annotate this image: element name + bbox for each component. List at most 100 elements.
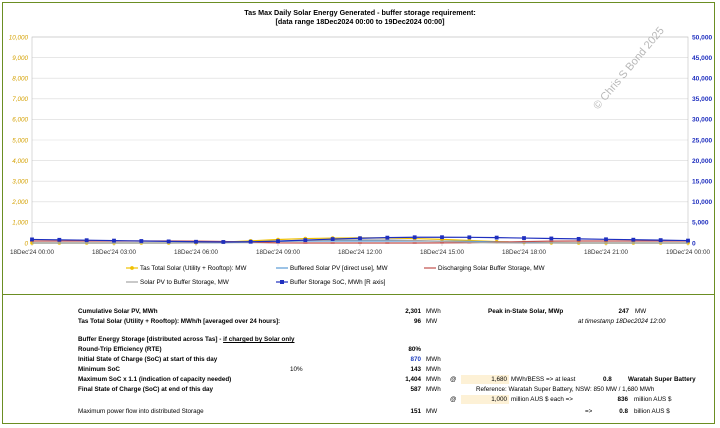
series-lines (30, 235, 690, 245)
point-4-1 (57, 237, 62, 242)
point-4-10 (303, 238, 308, 243)
point-4-20 (576, 236, 581, 241)
x-tick-0: 18Dec'24 00:00 (10, 249, 54, 256)
y-left-tick-2: 2,000 (11, 199, 28, 206)
cost-total: 836 (617, 396, 628, 403)
y-left-tick-6: 6,000 (12, 117, 28, 124)
avg-solar-label: Tas Total Solar (Utility + Rooftop): MWh… (78, 318, 281, 325)
initial-soc-value: 870 (410, 356, 421, 363)
y-right-tick-labels: 0 5,000 10,000 15,000 20,000 25,000 30,000 35,0… (692, 34, 713, 247)
x-tick-labels: 18Dec'24 00:00 18Dec'24 03:00 18Dec'24 06:… (10, 243, 710, 256)
x-tick-5: 18Dec'24 15:00 (420, 249, 464, 256)
rte-label: Round-Trip Efficiency (RTE) (78, 346, 162, 353)
final-soc-unit: MWh (426, 386, 441, 393)
x-tick-7: 18Dec'24 21:00 (584, 249, 628, 256)
billion-value: 0.8 (619, 408, 628, 415)
x-tick-3: 18Dec'24 09:00 (256, 249, 300, 256)
y-right-tick-9: 45,000 (692, 55, 713, 62)
legend-label-2: Discharging Solar Buffer Storage, MW (438, 265, 545, 272)
y-left-tick-5: 5,000 (12, 137, 28, 144)
storage-header: Buffer Energy Storage [distributed acros… (78, 336, 295, 343)
y-left-tick-4: 4,000 (12, 158, 28, 165)
cum-solar-value: 2,301 (405, 308, 421, 315)
y-right-tick-7: 35,000 (692, 96, 713, 103)
max-soc-label: Maximum SoC x 1.1 (indication of capacit… (78, 376, 232, 383)
max-soc-unit: MWh (426, 376, 441, 383)
bess-size-value: 1,680 (491, 376, 507, 383)
point-4-22 (631, 237, 636, 242)
point-4-19 (549, 236, 554, 241)
bess-size-text: MWh/BESS => at least (511, 376, 576, 383)
point-4-11 (330, 237, 335, 241)
x-tick-4: 18Dec'24 12:00 (338, 249, 382, 256)
cost-total-unit: million AUS $ (634, 396, 672, 403)
rte-value: 80% (408, 346, 421, 353)
cost-at: @ (450, 396, 457, 403)
billion-arrow: => (585, 408, 593, 415)
point-4-24 (686, 238, 690, 243)
point-4-5 (166, 239, 171, 244)
y-right-tick-3: 15,000 (692, 179, 713, 186)
y-left-tick-8: 8,000 (12, 76, 28, 83)
min-soc-pct: 10% (290, 366, 303, 373)
point-4-9 (276, 239, 280, 244)
point-4-4 (139, 239, 144, 243)
min-soc-unit: MWh (426, 366, 441, 373)
y-right-tick-1: 5,000 (692, 220, 709, 227)
cost-value: 1,000 (491, 396, 507, 403)
y-left-tick-9: 9,000 (12, 55, 28, 62)
min-soc-label: Minimum SoC (78, 366, 120, 373)
point-4-8 (248, 239, 253, 244)
y-left-tick-labels: 0 1,000 2,000 3,000 4,000 5,000 6,000 7,000 8,00… (9, 34, 29, 247)
point-4-6 (194, 239, 198, 244)
final-soc-value: 587 (410, 386, 421, 393)
final-soc-label: Final State of Charge (SoC) at end of th… (78, 386, 214, 393)
peak-solar-value: 247 (618, 308, 629, 315)
point-4-16 (467, 235, 472, 240)
y-left-tick-1: 1,000 (12, 220, 28, 227)
point-4-7 (221, 240, 226, 244)
max-flow-label: Maximum power flow into distributed Stor… (78, 408, 204, 415)
peak-solar-label: Peak in-State Solar, MWp (488, 308, 564, 315)
max-soc-at: @ (450, 376, 457, 383)
x-tick-8: 19Dec'24 00:00 (666, 249, 710, 256)
legend: Tas Total Solar (Utility + Rooftop): MW B… (126, 265, 545, 286)
y-left-tick-10: 10,000 (9, 34, 29, 41)
max-soc-value: 1,404 (405, 376, 421, 383)
legend-label-0: Tas Total Solar (Utility + Rooftop): MW (140, 265, 246, 272)
point-4-18 (522, 236, 526, 240)
max-flow-value: 151 (410, 408, 421, 415)
y-right-tick-4: 20,000 (692, 158, 713, 165)
y-right-tick-10: 50,000 (692, 34, 713, 41)
initial-soc-label: Initial State of Charge (SoC) at start o… (78, 356, 218, 363)
y-right-tick-2: 10,000 (692, 199, 713, 206)
cum-solar-label: Cumulative Solar PV, MWh (78, 308, 158, 315)
point-4-3 (112, 238, 116, 243)
point-4-17 (494, 235, 499, 240)
point-4-2 (84, 238, 89, 243)
point-4-15 (440, 235, 444, 240)
point-4-0 (30, 237, 34, 242)
y-right-tick-6: 30,000 (692, 117, 713, 124)
legend-marker-4 (280, 280, 284, 284)
cum-solar-unit: MWh (426, 308, 441, 315)
y-right-tick-8: 40,000 (692, 76, 713, 83)
x-tick-1: 18Dec'24 03:00 (92, 249, 136, 256)
legend-label-3: Solar PV to Buffer Storage, MW (140, 279, 229, 286)
point-4-21 (604, 237, 608, 242)
legend-label-4: Buffer Storage SoC, MWh [R axis] (290, 279, 386, 286)
initial-soc-unit: MWh (426, 356, 441, 363)
solar-chart: 0 1,000 2,000 3,000 4,000 5,000 6,000 7,000 8,00… (9, 25, 713, 286)
x-tick-6: 18Dec'24 18:00 (502, 249, 546, 256)
avg-solar-unit: MW (426, 318, 438, 325)
y-right-tick-0: 0 (692, 240, 696, 247)
legend-marker-0 (130, 266, 134, 270)
peak-timestamp: at timestamp 18Dec2024 12:00 (578, 318, 666, 325)
min-soc-value: 143 (410, 366, 421, 373)
y-left-tick-3: 3,000 (12, 179, 28, 186)
y-left-tick-0: 0 (24, 240, 28, 247)
point-4-14 (412, 235, 417, 240)
max-flow-unit: MW (426, 408, 438, 415)
point-4-13 (385, 235, 390, 240)
peak-solar-unit: MW (635, 308, 647, 315)
